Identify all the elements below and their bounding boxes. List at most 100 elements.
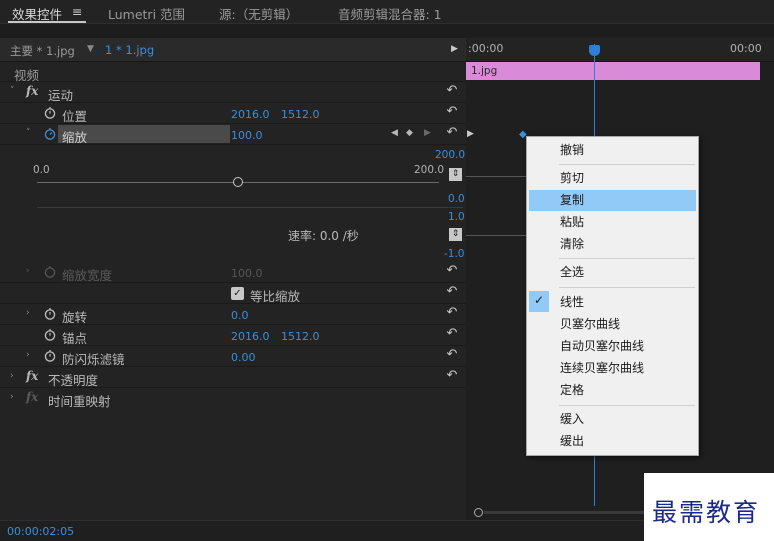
next-keyframe-icon[interactable]: ▶ bbox=[424, 128, 431, 138]
chevron-down-icon[interactable]: ˅ bbox=[10, 86, 15, 96]
chevron-right-icon[interactable]: › bbox=[26, 350, 30, 360]
tab-audio-clip-mixer[interactable]: 音频剪辑混合器: 1 bbox=[338, 4, 442, 23]
fx-icon: fx bbox=[26, 390, 39, 404]
timeline-ruler[interactable]: :00:00 00:00 bbox=[466, 38, 774, 62]
reset-icon[interactable]: ↶ bbox=[445, 126, 459, 140]
menu-separator bbox=[559, 164, 695, 165]
motion-label: 运动 bbox=[48, 88, 74, 103]
chevron-right-icon[interactable]: › bbox=[10, 392, 14, 402]
chevron-right-icon[interactable]: › bbox=[26, 266, 30, 276]
menu-separator bbox=[559, 258, 695, 259]
reset-icon[interactable]: ↶ bbox=[445, 264, 459, 278]
timecode[interactable]: 00:00:02:05 bbox=[7, 525, 74, 538]
scale-label: 缩放 bbox=[62, 130, 88, 145]
reset-icon[interactable]: ↶ bbox=[445, 285, 459, 299]
velocity-top-label: 1.0 bbox=[448, 211, 465, 223]
menu-item-clear[interactable]: 清除 bbox=[529, 234, 696, 255]
scale-graph-area: 200.0 0.0 200.0 ⇕ 0.0 1.0 速率: 0.0 /秒 ⇕ -… bbox=[0, 145, 466, 262]
flicker-row: › 防闪烁滤镜 0.00 ↶ bbox=[0, 346, 466, 367]
scale-width-value: 100.0 bbox=[231, 267, 263, 280]
time-start-label: :00:00 bbox=[468, 42, 504, 55]
graph-divider bbox=[37, 207, 463, 208]
stopwatch-icon[interactable] bbox=[44, 106, 56, 119]
chevron-down-icon[interactable]: ˅ bbox=[26, 128, 31, 138]
menu-item-cut[interactable]: 剪切 bbox=[529, 168, 696, 189]
menu-item-select-all[interactable]: 全选 bbox=[529, 262, 696, 283]
rotation-row: › 旋转 0.0 ↶ bbox=[0, 304, 466, 325]
velocity-rate-label: 速率: 0.0 /秒 bbox=[288, 229, 359, 243]
video-section: 视频 bbox=[0, 62, 466, 83]
clip-bar-label: 1.jpg bbox=[471, 65, 498, 77]
stopwatch-icon[interactable] bbox=[44, 349, 56, 362]
anchor-row: 锚点 2016.0 1512.0 ↶ bbox=[0, 325, 466, 346]
motion-row[interactable]: ˅ fx 运动 ↶ bbox=[0, 82, 466, 103]
menu-item-paste[interactable]: 粘贴 bbox=[529, 212, 696, 233]
clip-header: 主要 * 1.jpg ▼ 1 * 1.jpg ▶ bbox=[0, 38, 466, 62]
zoom-scroll-track[interactable] bbox=[484, 511, 644, 514]
zoom-scroll-handle[interactable] bbox=[474, 508, 483, 517]
menu-item-ease-out[interactable]: 缓出 bbox=[529, 431, 696, 452]
menu-item-undo[interactable]: 撤销 bbox=[529, 140, 696, 161]
uniform-scale-label: 等比缩放 bbox=[250, 289, 301, 304]
reset-icon[interactable]: ↶ bbox=[445, 369, 459, 383]
tab-source[interactable]: 源:（无剪辑） bbox=[219, 4, 298, 23]
opacity-label: 不透明度 bbox=[48, 373, 99, 388]
rotation-value[interactable]: 0.0 bbox=[231, 309, 249, 322]
uniform-scale-row: ✓ 等比缩放 ↶ bbox=[0, 283, 466, 304]
anchor-y-value[interactable]: 1512.0 bbox=[281, 330, 320, 343]
menu-item-ease-in[interactable]: 缓入 bbox=[529, 409, 696, 430]
add-keyframe-icon[interactable]: ◆ bbox=[406, 128, 413, 138]
menu-item-continuous-bezier[interactable]: 连续贝塞尔曲线 bbox=[529, 358, 696, 379]
opacity-row[interactable]: › fx 不透明度 ↶ bbox=[0, 367, 466, 388]
position-x-value[interactable]: 2016.0 bbox=[231, 108, 270, 121]
position-y-value[interactable]: 1512.0 bbox=[281, 108, 320, 121]
uniform-scale-checkbox[interactable]: ✓ bbox=[231, 287, 244, 300]
time-remap-row[interactable]: › fx 时间重映射 bbox=[0, 388, 466, 409]
graph-toggle-icon[interactable]: ⇕ bbox=[449, 228, 462, 241]
reset-icon[interactable]: ↶ bbox=[445, 105, 459, 119]
menu-item-auto-bezier[interactable]: 自动贝塞尔曲线 bbox=[529, 336, 696, 357]
chevron-right-icon[interactable]: › bbox=[26, 308, 30, 318]
scale-value[interactable]: 100.0 bbox=[231, 129, 263, 142]
reset-icon[interactable]: ↶ bbox=[445, 348, 459, 362]
active-tab-underline bbox=[8, 21, 86, 23]
fx-icon[interactable]: fx bbox=[26, 84, 38, 98]
sequence-clip-label[interactable]: 1 * 1.jpg bbox=[105, 43, 154, 57]
scale-slider-thumb[interactable] bbox=[233, 177, 243, 187]
keyframe-context-menu: 撤销 剪切 复制 粘贴 清除 全选 ✓ 线性 贝塞尔曲线 自动贝塞尔曲线 连续贝… bbox=[526, 136, 699, 456]
graph-toggle-icon[interactable]: ⇕ bbox=[449, 168, 462, 181]
keyframe-nav-icon[interactable]: ▶ bbox=[467, 129, 474, 139]
stopwatch-icon[interactable] bbox=[44, 328, 56, 341]
tab-lumetri-scopes[interactable]: Lumetri 范围 bbox=[108, 4, 185, 23]
watermark-logo: 最需教育 bbox=[644, 473, 774, 541]
slider-min-label: 0.0 bbox=[33, 164, 50, 176]
position-label: 位置 bbox=[62, 109, 88, 124]
flicker-value[interactable]: 0.00 bbox=[231, 351, 256, 364]
menu-item-bezier[interactable]: 贝塞尔曲线 bbox=[529, 314, 696, 335]
time-end-label: 00:00 bbox=[730, 42, 762, 55]
prev-keyframe-icon[interactable]: ◀ bbox=[391, 128, 398, 138]
play-triangle-icon[interactable]: ▶ bbox=[451, 44, 458, 54]
panel-menu-icon[interactable]: ≡ bbox=[72, 4, 82, 19]
stopwatch-icon bbox=[44, 266, 56, 278]
menu-item-linear[interactable]: 线性 bbox=[529, 292, 696, 313]
reset-icon[interactable]: ↶ bbox=[445, 327, 459, 341]
master-clip-label[interactable]: 主要 * 1.jpg bbox=[10, 43, 75, 59]
stopwatch-active-icon[interactable] bbox=[44, 127, 56, 140]
chevron-down-icon[interactable]: ▼ bbox=[87, 44, 94, 54]
anchor-x-value[interactable]: 2016.0 bbox=[231, 330, 270, 343]
reset-icon[interactable]: ↶ bbox=[445, 84, 459, 98]
stopwatch-icon[interactable] bbox=[44, 307, 56, 320]
velocity-bottom-label: -1.0 bbox=[444, 248, 465, 260]
playhead-handle[interactable] bbox=[589, 45, 600, 56]
velocity-graph-line bbox=[466, 235, 526, 236]
fx-icon[interactable]: fx bbox=[26, 369, 38, 383]
panel-tab-bar: 效果控件 ≡ Lumetri 范围 源:（无剪辑） 音频剪辑混合器: 1 bbox=[0, 0, 774, 24]
menu-separator bbox=[559, 287, 695, 288]
menu-item-hold[interactable]: 定格 bbox=[529, 380, 696, 401]
scale-width-row: › 缩放宽度 100.0 ↶ bbox=[0, 262, 466, 283]
reset-icon[interactable]: ↶ bbox=[445, 306, 459, 320]
chevron-right-icon[interactable]: › bbox=[10, 371, 14, 381]
menu-item-copy[interactable]: 复制 bbox=[529, 190, 696, 211]
clip-bar[interactable]: 1.jpg bbox=[466, 62, 760, 80]
